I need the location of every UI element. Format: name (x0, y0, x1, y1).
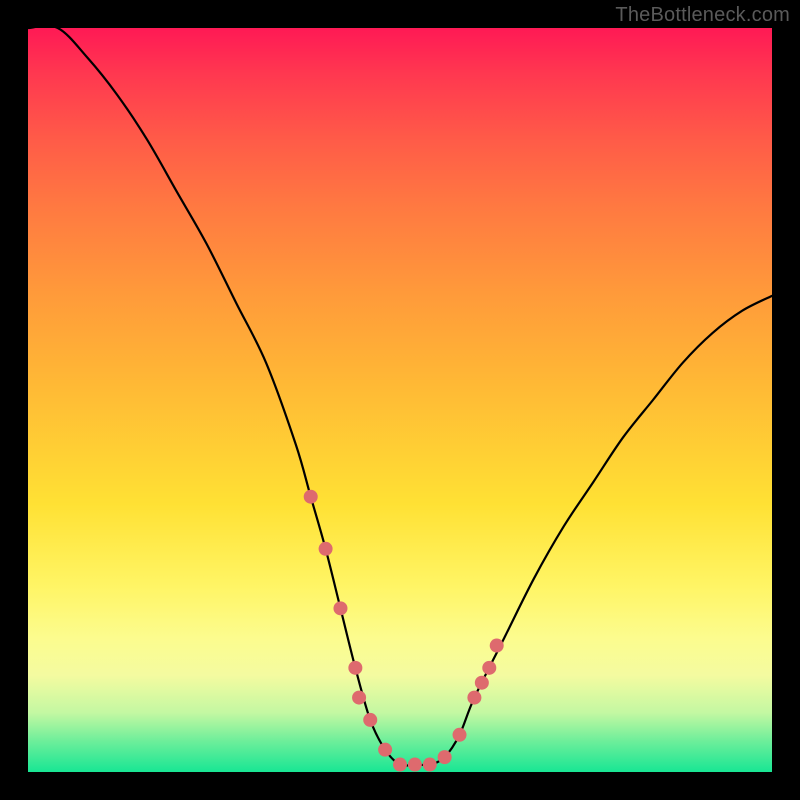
highlight-dots (304, 490, 504, 772)
highlight-dot (408, 758, 422, 772)
chart-frame: TheBottleneck.com (0, 0, 800, 800)
highlight-dot (304, 490, 318, 504)
highlight-dot (348, 661, 362, 675)
highlight-dot (352, 691, 366, 705)
highlight-dot (393, 758, 407, 772)
highlight-dot (423, 758, 437, 772)
highlight-dot (467, 691, 481, 705)
highlight-dot (363, 713, 377, 727)
highlight-dot (475, 676, 489, 690)
highlight-dot (490, 639, 504, 653)
plot-area (28, 28, 772, 772)
highlight-dot (453, 728, 467, 742)
highlight-dot (482, 661, 496, 675)
highlight-dot (378, 743, 392, 757)
highlight-dot (319, 542, 333, 556)
bottleneck-curve (28, 28, 772, 766)
watermark-text: TheBottleneck.com (615, 4, 790, 27)
highlight-dot (333, 601, 347, 615)
highlight-dot (438, 750, 452, 764)
curve-layer (28, 28, 772, 772)
